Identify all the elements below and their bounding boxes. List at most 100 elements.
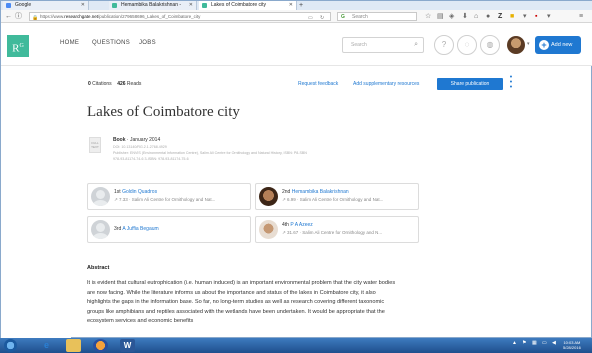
reader-icon[interactable]: ▭ bbox=[308, 14, 313, 20]
author-name-line: 2nd Hemambika Balakrishnan bbox=[282, 189, 349, 195]
notifications-icon[interactable]: ◍ bbox=[480, 35, 500, 55]
flag-icon[interactable]: ⚑ bbox=[522, 340, 526, 346]
doi: DOI: 10.13140/RG.2.1.2768.4929 bbox=[113, 145, 167, 149]
close-icon[interactable]: ✕ bbox=[289, 1, 293, 10]
firefox-icon[interactable] bbox=[93, 339, 108, 352]
system-clock[interactable]: 10:03 AM 5/28/2016 bbox=[563, 340, 581, 350]
browser-window: Google ✕ Hemambika Balakrishnan - ✕ Lake… bbox=[0, 0, 592, 339]
request-feedback-link[interactable]: Request feedback bbox=[298, 81, 338, 87]
logo-letter: R bbox=[12, 42, 20, 55]
abstract-heading: Abstract bbox=[87, 265, 110, 271]
author-card[interactable]: 2nd Hemambika Balakrishnan ↗ 6.99 · Sali… bbox=[255, 183, 419, 210]
url-path: /publication/279658696_Lakes_of_Coimbato… bbox=[98, 14, 201, 19]
download-icon[interactable]: ⬇ bbox=[462, 13, 468, 21]
internet-explorer-icon[interactable]: e bbox=[39, 339, 54, 352]
nav-jobs[interactable]: JOBS bbox=[139, 40, 156, 46]
tab-strip: Google ✕ Hemambika Balakrishnan - ✕ Lake… bbox=[1, 1, 592, 10]
site-header: RG HOME QUESTIONS JOBS Search ⌕ ? ◌ ◍ ▾ … bbox=[1, 23, 592, 66]
reload-icon[interactable]: ↻ bbox=[320, 14, 324, 20]
close-icon[interactable]: ✕ bbox=[81, 1, 85, 10]
author-name-line: 4th P A Azeez bbox=[282, 222, 313, 228]
author-name-link[interactable]: P A Azeez bbox=[290, 222, 312, 228]
start-button[interactable] bbox=[4, 339, 17, 352]
publication-date: · January 2014 bbox=[125, 137, 161, 143]
author-name-link[interactable]: Hemambika Balakrishnan bbox=[292, 189, 349, 195]
author-affiliation: ↗ 6.99 · Salim Ali Centre for Ornitholog… bbox=[282, 197, 383, 203]
author-affiliation: ↗ 7.33 · Salim Ali Centre for Ornitholog… bbox=[114, 197, 215, 203]
info-icon[interactable]: ⓘ bbox=[15, 12, 22, 21]
researchgate-logo[interactable]: RG bbox=[7, 35, 29, 57]
url-domain: researchgate.net bbox=[64, 14, 99, 19]
author-name-link[interactable]: Goldin Quadros bbox=[122, 189, 157, 195]
author-card[interactable]: 4th P A Azeez ↗ 31.67 · Salim Ali Centre… bbox=[255, 216, 419, 243]
clock-date: 5/28/2016 bbox=[563, 345, 581, 350]
more-options-icon[interactable]: • • • bbox=[509, 74, 513, 91]
close-icon[interactable]: ✕ bbox=[189, 1, 193, 10]
question-icon[interactable]: ? bbox=[434, 35, 454, 55]
author-card[interactable]: 1st Goldin Quadros ↗ 7.33 · Salim Ali Ce… bbox=[87, 183, 251, 210]
chat-bubble-icon[interactable]: ◌ bbox=[457, 35, 477, 55]
back-arrow-icon[interactable]: ← bbox=[5, 12, 12, 21]
tab-hemambika[interactable]: Hemambika Balakrishnan - ✕ bbox=[109, 1, 197, 10]
author-card[interactable]: 3rd A Juffia Begaum bbox=[87, 216, 251, 243]
citations-label: Citations bbox=[92, 81, 112, 87]
chevron-down-icon[interactable]: ▾ bbox=[547, 13, 551, 21]
word-icon[interactable]: W bbox=[120, 339, 135, 352]
author-name-link[interactable]: A Juffia Begaum bbox=[122, 226, 158, 232]
zotero-icon[interactable]: Z bbox=[498, 13, 502, 21]
address-bar[interactable]: 🔒 https://www.researchgate.net/publicati… bbox=[29, 12, 331, 21]
add-supplementary-link[interactable]: Add supplementary resources bbox=[353, 81, 419, 87]
show-hidden-icons-icon[interactable]: ▲ bbox=[512, 340, 517, 346]
share-publication-button[interactable]: Share publication bbox=[437, 78, 503, 90]
citations-count: 0 bbox=[88, 81, 91, 87]
nav-home[interactable]: HOME bbox=[60, 40, 79, 46]
logo-superscript: G bbox=[19, 43, 24, 49]
isbn: 978-93-81174-74-6 3-ISBN: 978-93-81174-7… bbox=[113, 157, 189, 161]
home-icon[interactable]: ⌂ bbox=[474, 13, 478, 21]
pocket-icon[interactable]: ◈ bbox=[449, 13, 454, 21]
folder-icon[interactable]: ■ bbox=[510, 13, 514, 21]
battery-icon[interactable]: ▭ bbox=[542, 340, 547, 346]
chevron-down-icon[interactable]: ▾ bbox=[523, 13, 527, 21]
rg-score: ↗ 31.67 bbox=[282, 230, 299, 235]
chevron-down-icon[interactable]: ▾ bbox=[527, 41, 530, 47]
full-text-thumbnail[interactable]: FULL TEXT bbox=[89, 137, 101, 153]
reads-count: 426 bbox=[117, 81, 126, 87]
add-new-label: Add new bbox=[551, 42, 573, 48]
institution: · Salim Ali Centre for Ornithology and N… bbox=[295, 197, 384, 202]
site-search-input[interactable]: Search ⌕ bbox=[342, 37, 424, 53]
reading-list-icon[interactable]: ▤ bbox=[437, 13, 444, 21]
tab-google[interactable]: Google ✕ bbox=[3, 1, 89, 10]
browser-search-input[interactable]: G Search bbox=[337, 12, 417, 21]
add-new-button[interactable]: + Add new bbox=[535, 36, 581, 54]
plus-icon: + bbox=[539, 40, 549, 50]
network-icon[interactable]: ▦ bbox=[532, 340, 537, 346]
nav-questions[interactable]: QUESTIONS bbox=[92, 40, 130, 46]
volume-icon[interactable]: ◀ bbox=[552, 340, 556, 346]
author-order: 1st bbox=[114, 189, 121, 195]
left-gutter bbox=[1, 67, 71, 339]
institution: · Salim Ali Centre for Ornithology and N… bbox=[298, 230, 383, 235]
tab-label: Hemambika Balakrishnan - bbox=[121, 2, 182, 8]
page-title: Lakes of Coimbatore city bbox=[87, 104, 240, 120]
author-order: 3rd bbox=[114, 226, 122, 232]
researchgate-favicon-icon bbox=[112, 3, 117, 8]
tab-label: Lakes of Coimbatore city bbox=[211, 2, 267, 8]
lock-icon: 🔒 bbox=[32, 15, 39, 21]
star-icon[interactable]: ☆ bbox=[425, 13, 431, 21]
avatar[interactable] bbox=[507, 36, 525, 54]
author-order: 4th bbox=[282, 222, 289, 228]
tab-lakes[interactable]: Lakes of Coimbatore city ✕ bbox=[199, 1, 297, 10]
author-name-line: 1st Goldin Quadros bbox=[114, 189, 157, 195]
author-order: 2nd bbox=[282, 189, 291, 195]
search-icon[interactable]: ⌕ bbox=[414, 38, 418, 52]
new-tab-button[interactable]: + bbox=[299, 1, 303, 10]
taskbar: e W ▲ ⚑ ▦ ▭ ◀ 10:03 AM 5/28/2016 bbox=[0, 338, 592, 353]
publication-type: Book · January 2014 bbox=[113, 137, 160, 143]
shield-icon[interactable]: ● bbox=[486, 13, 490, 21]
file-explorer-icon[interactable] bbox=[66, 339, 81, 352]
addon-icon[interactable]: ▪ bbox=[535, 13, 537, 21]
google-favicon-icon bbox=[6, 3, 11, 8]
navigation-bar: ← ⓘ 🔒 https://www.researchgate.net/publi… bbox=[1, 10, 592, 23]
hamburger-menu-icon[interactable]: ≡ bbox=[579, 13, 583, 21]
